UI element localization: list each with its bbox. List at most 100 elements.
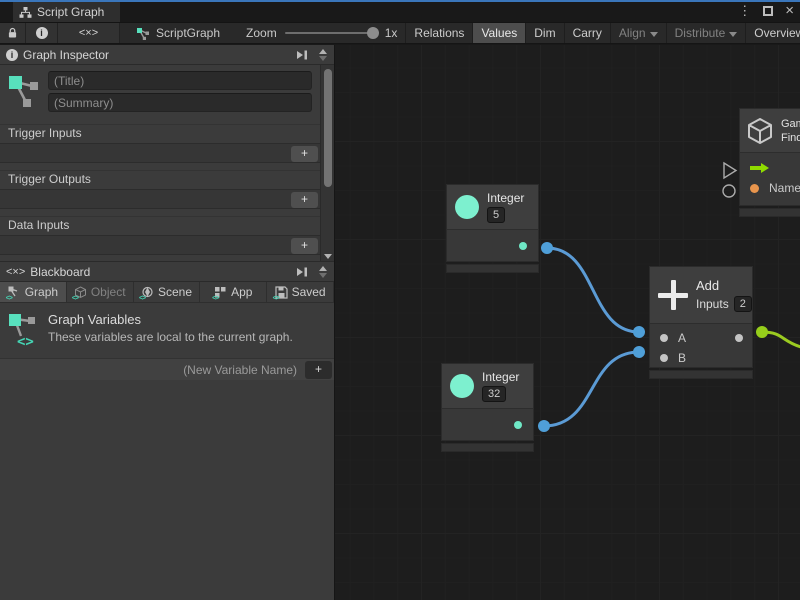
trigger-input-arrow-icon[interactable] [750,163,769,173]
scrollbar-thumb[interactable] [324,69,332,187]
maximize-icon[interactable] [763,6,773,16]
align-dropdown[interactable]: Align [610,23,666,43]
node-footer [446,264,539,273]
relations-button[interactable]: Relations [405,23,472,43]
window-controls: ⋮ × [738,3,794,19]
scroll-down-icon[interactable] [324,254,332,259]
add-variable-button[interactable]: + [305,361,332,379]
info-button[interactable]: i [26,23,58,43]
values-button[interactable]: Values [472,23,525,43]
graph-title-field[interactable] [48,71,312,90]
menu-icon[interactable]: ⋮ [738,3,751,19]
node-integer-32[interactable]: Integer 32 [441,363,534,452]
trigger-outputs-label: Trigger Outputs [0,170,320,187]
node-title-line2: Find [781,132,800,144]
node-body [441,409,534,441]
graph-variables-info: <> Graph Variables These variables are l… [0,303,334,358]
graph-canvas[interactable]: Integer 5 Integer 32 [335,45,800,600]
brackets-icon: <×> [79,27,98,39]
port-row-a: A [650,328,752,348]
add-data-input-button[interactable]: + [291,238,318,254]
blackboard-tabs: <> Graph <> Object [0,282,334,303]
blackboard-title: Blackboard [30,265,288,279]
node-gameobject-find[interactable]: Game Object Find Name [739,108,800,217]
scroll-down-icon[interactable] [319,56,327,61]
zoom-slider-knob[interactable] [367,27,379,39]
scroll-up-icon[interactable] [319,49,327,54]
integer-output-port[interactable] [514,421,522,429]
node-header[interactable]: Integer 32 [441,363,534,409]
node-title-line1: Game Object [781,118,800,130]
tab-saved-variables[interactable]: <> Saved [267,282,334,302]
graph-inspector-title: Graph Inspector [23,48,288,62]
blackboard-header: <×> Blackboard [0,262,334,282]
tab-app-variables[interactable]: <> App [200,282,267,302]
inspector-scroll-arrows[interactable] [316,49,330,61]
output-port-sum[interactable] [735,334,743,342]
zoom-slider[interactable] [285,32,377,34]
trigger-inputs-label: Trigger Inputs [0,124,320,141]
port-row-b: B [650,348,752,368]
integer-literal-icon [455,195,479,219]
gameobject-cube-icon [746,117,774,145]
tab-script-graph[interactable]: Script Graph [13,2,120,22]
node-body: A B [649,324,753,368]
node-header[interactable]: Integer 5 [446,184,539,230]
inspector-scrollbar[interactable] [320,65,334,261]
add-trigger-output-button[interactable]: + [291,192,318,208]
node-header[interactable]: Game Object Find [739,108,800,153]
variables-brackets-button[interactable]: <×> [58,23,120,43]
node-title: Add [696,278,719,293]
scene-variables-icon: <> [141,286,154,299]
lock-button[interactable] [0,23,26,43]
blackboard-scroll-arrows[interactable] [316,266,330,278]
scroll-down-icon[interactable] [319,273,327,278]
graph-summary-field[interactable] [48,93,312,112]
graph-inspector-body: Trigger Inputs + Trigger Outputs + Data … [0,65,334,262]
carry-button[interactable]: Carry [564,23,610,43]
script-graph-window: Script Graph ⋮ × i <×> [0,0,800,600]
sidebar-panel: i Graph Inspector [0,45,335,600]
new-variable-input[interactable] [0,363,303,377]
graph-variables-description: These variables are local to the current… [48,330,293,344]
graph-variables-heading: Graph Variables [48,312,293,327]
current-graph-label: ScriptGraph [136,23,220,43]
trigger-outputs-list: + [0,189,320,209]
node-title: Integer [487,191,524,205]
tab-object-variables[interactable]: <> Object [67,282,134,302]
integer-value-field[interactable]: 5 [487,207,505,223]
graph-variables-icon: <> [8,286,21,299]
graph-asset-icon [8,74,40,110]
close-icon[interactable]: × [785,4,794,18]
graph-variables-large-icon: <> [8,312,38,350]
focus-accent-line [0,0,800,2]
data-inputs-list: + [0,235,320,255]
tab-scene-variables[interactable]: <> Scene [134,282,201,302]
graph-hierarchy-icon [19,6,32,19]
tab-title: Script Graph [37,5,104,19]
overview-button[interactable]: Overview [745,23,800,43]
tab-graph-variables[interactable]: <> Graph [0,282,67,302]
integer-value-field[interactable]: 32 [482,386,506,402]
node-add[interactable]: Add Inputs 2 A B [649,266,753,379]
input-port-a[interactable] [660,334,668,342]
node-title: Integer [482,370,519,384]
port-label: Name [769,181,800,195]
integer-output-port[interactable] [519,242,527,250]
dock-icon[interactable] [293,48,311,62]
add-trigger-input-button[interactable]: + [291,146,318,162]
input-port-b[interactable] [660,354,668,362]
dim-button[interactable]: Dim [525,23,563,43]
scroll-up-icon[interactable] [319,266,327,271]
variables-brackets-icon: <×> [6,266,25,278]
graph-inspector-header: i Graph Inspector [0,45,334,65]
inputs-count-field[interactable]: 2 [734,296,752,312]
distribute-dropdown[interactable]: Distribute [666,23,746,43]
dock-icon[interactable] [293,265,311,279]
name-input-port[interactable] [750,184,759,193]
node-header[interactable]: Add Inputs 2 [649,266,753,324]
toolbar-right-group: Relations Values Dim Carry Align Distrib… [405,23,800,43]
node-integer-5[interactable]: Integer 5 [446,184,539,273]
trigger-port-row [740,158,800,178]
node-footer [441,443,534,452]
